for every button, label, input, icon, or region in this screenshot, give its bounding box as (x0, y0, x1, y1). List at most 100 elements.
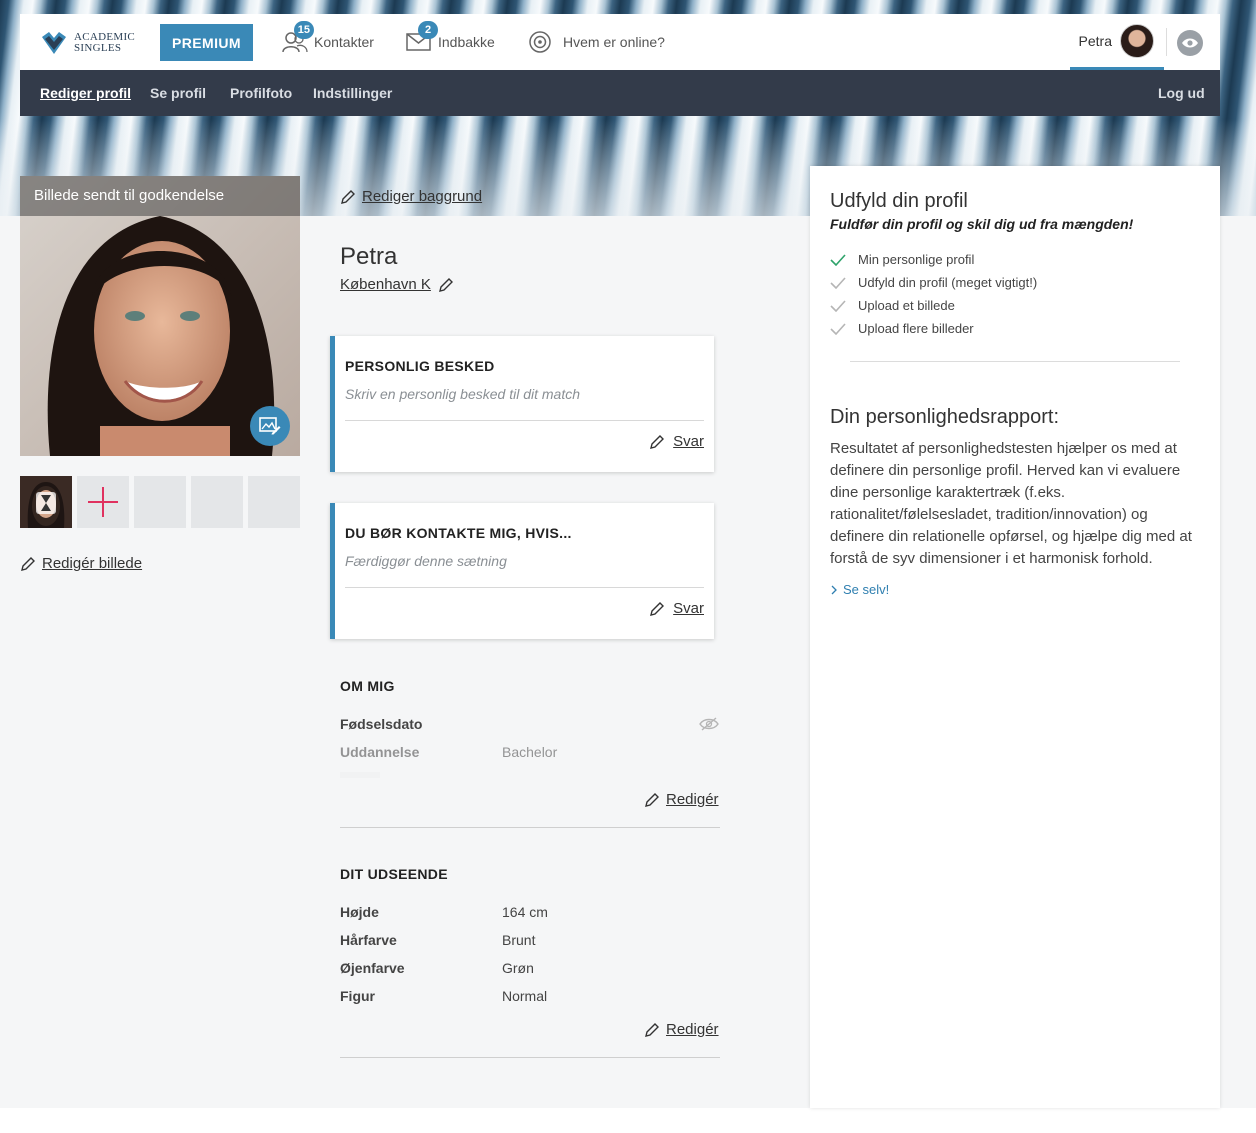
checklist-label: Upload et billede (858, 298, 955, 313)
edit-photo-link[interactable]: Redigér billede (20, 555, 142, 572)
online-icon (527, 30, 553, 54)
see-yourself-label: Se selv! (843, 582, 890, 597)
hidden-eye-icon[interactable] (699, 717, 719, 736)
edit-background-label: Rediger baggrund (362, 188, 483, 205)
check-icon (830, 299, 846, 312)
pencil-icon (645, 792, 659, 807)
nav-who-is-online[interactable]: Hvem er online? (527, 14, 665, 70)
premium-button[interactable]: PREMIUM (160, 24, 253, 61)
avatar (1120, 23, 1154, 58)
pencil-icon (341, 189, 355, 204)
faded-row (340, 772, 380, 778)
user-menu[interactable]: Petra (1070, 14, 1164, 70)
chevron-right-icon (831, 585, 837, 594)
check-icon (830, 322, 846, 335)
checklist-label: Min personlige profil (858, 252, 975, 267)
answer-label: Svar (673, 600, 704, 617)
eye-color-value: Grøn (502, 960, 534, 976)
nav-inbox-label: Indbakke (438, 34, 495, 50)
nav-who-is-online-label: Hvem er online? (563, 34, 665, 50)
see-yourself-link[interactable]: Se selv! (830, 582, 889, 597)
figure-label: Figur (340, 988, 375, 1004)
height-label: Højde (340, 904, 379, 920)
profile-city-link[interactable]: København K (340, 276, 454, 293)
height-value: 164 cm (502, 904, 548, 920)
logo-line-2: SINGLES (74, 42, 122, 54)
contacts-badge: 15 (293, 21, 314, 39)
inbox-badge: 2 (418, 21, 438, 39)
checklist-item[interactable]: Min personlige profil (830, 252, 974, 267)
pencil-icon (650, 601, 665, 616)
eye-color-label: Øjenfarve (340, 960, 405, 976)
nav-contacts-label: Kontakter (314, 34, 374, 50)
pencil-icon (650, 434, 665, 449)
contact-me-placeholder[interactable]: Færdiggør denne sætning (345, 553, 507, 569)
completion-title: Udfyld din profil (830, 190, 968, 212)
top-header: ACADEMIC SINGLES PREMIUM 15 Kontakter 2 … (20, 14, 1220, 70)
section-divider (340, 1057, 720, 1058)
card-title: PERSONLIG BESKED (345, 358, 495, 374)
change-photo-button[interactable] (250, 406, 290, 446)
check-icon (830, 276, 846, 289)
profile-completion-panel: Udfyld din profil Fuldfør din profil og … (810, 166, 1220, 1108)
edit-appearance-link[interactable]: Redigér (644, 1021, 719, 1038)
section-divider (340, 827, 720, 828)
mail-icon: 2 (406, 21, 438, 54)
edit-about-link[interactable]: Redigér (644, 791, 719, 808)
hair-color-label: Hårfarve (340, 932, 397, 948)
pencil-icon (21, 556, 35, 571)
checklist-label: Udfyld din profil (meget vigtigt!) (858, 275, 1038, 290)
checklist-item[interactable]: Udfyld din profil (meget vigtigt!) (830, 275, 1037, 290)
personal-message-placeholder[interactable]: Skriv en personlig besked til dit match (345, 386, 580, 402)
subnav-view-profile[interactable]: Se profil (150, 85, 206, 101)
personal-message-card: PERSONLIG BESKED Skriv en personlig besk… (330, 336, 714, 472)
logo-text: ACADEMIC SINGLES (74, 32, 135, 54)
empty-photo-slot (191, 476, 243, 528)
subnav-edit-profile[interactable]: Rediger profil (40, 85, 131, 101)
appearance-title: DIT UDSEENDE (340, 866, 448, 882)
empty-photo-slot (248, 476, 300, 528)
personality-report-text: Resultatet af personlighedstesten hjælpe… (830, 440, 1192, 567)
visibility-eye-icon[interactable] (1177, 30, 1203, 56)
header-divider (1166, 28, 1167, 56)
hair-color-value: Brunt (502, 932, 536, 948)
about-me-title: OM MIG (340, 678, 395, 694)
pencil-icon (438, 277, 453, 292)
edit-appearance-label: Redigér (666, 1021, 719, 1038)
user-name: Petra (1078, 32, 1112, 49)
checklist-item[interactable]: Upload flere billeder (830, 321, 974, 336)
completion-subtitle: Fuldfør din profil og skil dig ud fra mæ… (830, 216, 1134, 232)
contacts-icon: 15 (282, 21, 314, 54)
logout-link[interactable]: Log ud (1158, 85, 1205, 101)
checklist-label: Upload flere billeder (858, 321, 974, 336)
empty-photo-slot (134, 476, 186, 528)
education-value: Bachelor (502, 744, 558, 760)
photo-status-caption: Billede sendt til godkendelse (20, 176, 300, 216)
birthdate-label: Fødselsdato (340, 716, 423, 732)
edit-background-link[interactable]: Rediger baggrund (340, 188, 482, 205)
add-photo-button[interactable] (77, 476, 129, 528)
checklist-item[interactable]: Upload et billede (830, 298, 955, 313)
photo-edit-icon (259, 417, 281, 435)
figure-value: Normal (502, 988, 548, 1004)
card-title: DU BØR KONTAKTE MIG, HVIS... (345, 525, 572, 541)
check-icon (830, 253, 846, 266)
answer-button[interactable]: Svar (649, 433, 704, 450)
answer-button[interactable]: Svar (649, 600, 704, 617)
edit-photo-label: Redigér billede (42, 555, 143, 572)
subnav-profile-photo[interactable]: Profilfoto (230, 85, 292, 101)
plus-icon (88, 487, 118, 517)
education-label: Uddannelse (340, 744, 420, 760)
answer-label: Svar (673, 433, 704, 450)
nav-inbox[interactable]: 2 Indbakke (406, 14, 495, 70)
heart-logo-icon (42, 32, 66, 54)
profile-subnav: Rediger profil Se profil Profilfoto Inds… (20, 70, 1220, 116)
card-divider (345, 587, 704, 588)
academic-singles-logo[interactable]: ACADEMIC SINGLES (40, 28, 135, 58)
profile-name: Petra (340, 243, 398, 270)
thumbnail-pending[interactable] (20, 476, 72, 528)
nav-contacts[interactable]: 15 Kontakter (282, 14, 374, 70)
edit-about-label: Redigér (666, 791, 719, 808)
subnav-settings[interactable]: Indstillinger (313, 85, 392, 101)
hourglass-icon (27, 482, 65, 528)
